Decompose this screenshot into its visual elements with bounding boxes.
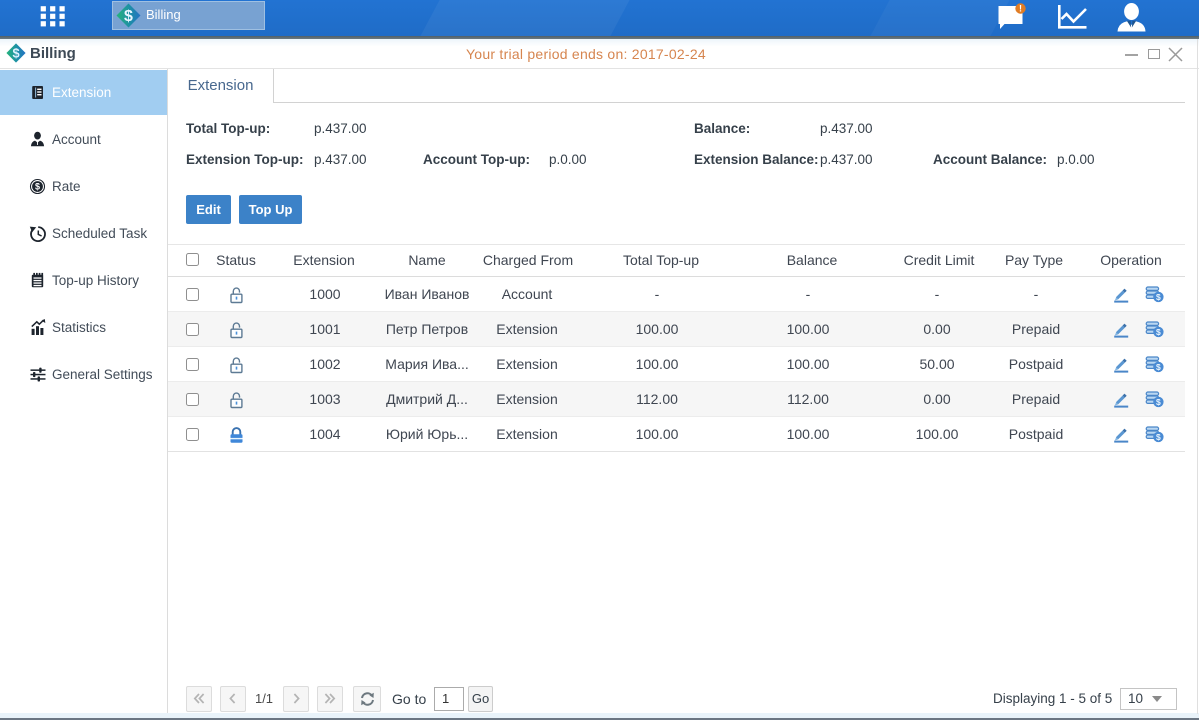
svg-text:$: $	[1156, 327, 1161, 337]
svg-text:$: $	[35, 182, 40, 192]
svg-text:$: $	[1156, 362, 1161, 372]
svg-text:$: $	[1156, 292, 1161, 302]
svg-text:$: $	[124, 8, 133, 25]
svg-text:!: !	[1019, 4, 1022, 14]
svg-text:$: $	[12, 45, 19, 60]
svg-text:$: $	[1156, 397, 1161, 407]
svg-text:$: $	[1156, 432, 1161, 442]
